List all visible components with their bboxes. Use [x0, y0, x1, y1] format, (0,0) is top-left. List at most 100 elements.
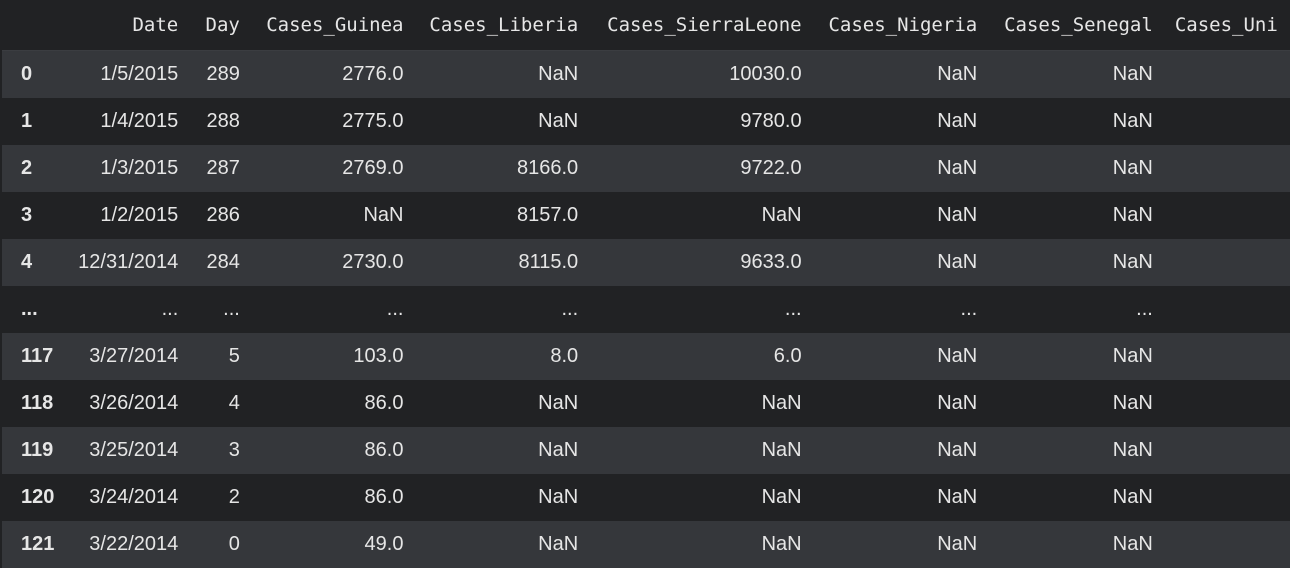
cell-cases-sierraleone: NaN: [761, 391, 802, 414]
cell-day: 5: [228, 344, 240, 367]
cell-date: 1/4/2015: [100, 109, 179, 132]
cell-cases-guinea: 2775.0: [342, 109, 404, 132]
header-cases-sierraleone: Cases_SierraLeone: [586, 0, 810, 51]
cell-cases-guinea: 2769.0: [342, 156, 404, 179]
cell-cases-uni: [1161, 145, 1290, 192]
cell-cases-sierraleone: ...: [784, 297, 802, 320]
cell-date: 1/5/2015: [100, 62, 179, 85]
table-row: 118 3/26/2014 4 86.0 NaN NaN NaN NaN: [2, 379, 1290, 427]
row-index: 3: [21, 203, 33, 226]
cell-cases-liberia: ...: [561, 297, 579, 320]
table-row: 120 3/24/2014 2 86.0 NaN NaN NaN NaN: [2, 473, 1290, 521]
cell-cases-senegal: ...: [1136, 297, 1153, 320]
cell-cases-nigeria: NaN: [937, 109, 978, 132]
cell-cases-sierraleone: NaN: [761, 532, 802, 555]
cell-cases-guinea: 2776.0: [342, 62, 404, 85]
cell-date: 3/26/2014: [89, 391, 179, 414]
cell-cases-senegal: NaN: [1112, 62, 1153, 85]
cell-cases-guinea: 2730.0: [342, 250, 404, 273]
cell-date: ...: [161, 297, 179, 320]
cell-cases-senegal: NaN: [1112, 250, 1153, 273]
table-row: 121 3/22/2014 0 49.0 NaN NaN NaN NaN: [2, 520, 1290, 568]
cell-day: 288: [206, 109, 240, 132]
cell-date: 3/27/2014: [89, 344, 179, 367]
cell-date: 3/25/2014: [89, 438, 179, 461]
cell-cases-guinea: 86.0: [364, 438, 404, 461]
cell-day: 289: [206, 62, 240, 85]
cell-day: 284: [206, 250, 240, 273]
cell-cases-senegal: NaN: [1112, 438, 1153, 461]
cell-cases-liberia: 8115.0: [518, 250, 579, 273]
cell-cases-liberia: NaN: [538, 532, 579, 555]
cell-cases-guinea: 86.0: [364, 485, 404, 508]
cell-cases-nigeria: ...: [960, 297, 978, 320]
cell-date: 12/31/2014: [78, 250, 179, 273]
cell-cases-liberia: NaN: [538, 109, 579, 132]
cell-cases-nigeria: NaN: [937, 344, 978, 367]
dataframe-output: Date Day Cases_Guinea Cases_Liberia Case…: [0, 0, 1290, 568]
cell-day: 3: [228, 438, 240, 461]
row-index: 119: [21, 438, 54, 461]
cell-cases-liberia: 8166.0: [516, 156, 579, 179]
cell-day: 2: [228, 485, 240, 508]
cell-cases-sierraleone: NaN: [761, 485, 802, 508]
cell-cases-uni: [1161, 474, 1290, 521]
cell-cases-uni: [1161, 286, 1290, 333]
cell-cases-sierraleone: 10030.0: [729, 62, 802, 85]
cell-cases-uni: [1161, 192, 1290, 239]
header-date: Date: [65, 0, 187, 51]
row-index: 118: [21, 391, 54, 414]
header-cases-uni: Cases_Uni: [1160, 0, 1290, 51]
table-body: 0 1/5/2015 289 2776.0 NaN 10030.0 NaN NaN 1 1/4/2…: [2, 50, 1290, 568]
cell-cases-nigeria: NaN: [937, 250, 978, 273]
cell-cases-sierraleone: NaN: [761, 438, 802, 461]
cell-day: 286: [206, 203, 240, 226]
cell-date: 3/24/2014: [89, 485, 179, 508]
cell-cases-uni: [1161, 51, 1290, 98]
header-index: [2, 0, 66, 51]
cell-cases-liberia: NaN: [538, 62, 579, 85]
cell-day: ...: [223, 297, 240, 320]
cell-cases-guinea: 86.0: [364, 391, 404, 414]
header-day: Day: [186, 0, 248, 51]
cell-cases-uni: [1161, 98, 1290, 145]
cell-cases-liberia: NaN: [538, 391, 579, 414]
cell-cases-guinea: ...: [386, 297, 404, 320]
row-index: 4: [21, 250, 33, 273]
cell-cases-sierraleone: 9722.0: [740, 156, 802, 179]
cell-cases-sierraleone: 6.0: [773, 344, 802, 367]
header-cases-liberia: Cases_Liberia: [411, 0, 587, 51]
table-row: 3 1/2/2015 286 NaN 8157.0 NaN NaN NaN: [2, 191, 1290, 239]
cell-day: 4: [228, 391, 240, 414]
header-cases-nigeria: Cases_Nigeria: [809, 0, 986, 51]
cell-cases-senegal: NaN: [1112, 156, 1153, 179]
dataframe-table: Date Day Cases_Guinea Cases_Liberia Case…: [2, 0, 1290, 568]
row-index: 1: [21, 109, 33, 132]
cell-cases-senegal: NaN: [1112, 203, 1153, 226]
cell-cases-senegal: NaN: [1112, 109, 1153, 132]
header-cases-senegal: Cases_Senegal: [985, 0, 1161, 51]
cell-cases-uni: [1161, 427, 1290, 474]
cell-date: 3/22/2014: [89, 532, 179, 555]
cell-date: 1/3/2015: [100, 156, 179, 179]
cell-date: 1/2/2015: [100, 203, 179, 226]
cell-cases-liberia: NaN: [538, 438, 579, 461]
row-index: 117: [21, 344, 54, 367]
table-row: 119 3/25/2014 3 86.0 NaN NaN NaN NaN: [2, 426, 1290, 474]
header-cases-guinea: Cases_Guinea: [247, 0, 412, 51]
cell-cases-nigeria: NaN: [937, 62, 978, 85]
header-row: Date Day Cases_Guinea Cases_Liberia Case…: [2, 0, 1290, 51]
cell-cases-nigeria: NaN: [937, 391, 978, 414]
cell-day: 287: [206, 156, 240, 179]
row-index: 120: [21, 485, 55, 508]
table-row: 2 1/3/2015 287 2769.0 8166.0 9722.0 NaN NaN: [2, 144, 1290, 192]
cell-cases-guinea: 49.0: [364, 532, 404, 555]
cell-cases-uni: [1161, 333, 1290, 380]
cell-cases-senegal: NaN: [1112, 532, 1153, 555]
cell-cases-senegal: NaN: [1112, 344, 1153, 367]
cell-cases-sierraleone: 9633.0: [740, 250, 802, 273]
row-index: 121: [21, 532, 55, 555]
cell-cases-nigeria: NaN: [937, 532, 978, 555]
cell-cases-liberia: NaN: [538, 485, 579, 508]
row-index: 0: [21, 62, 33, 85]
